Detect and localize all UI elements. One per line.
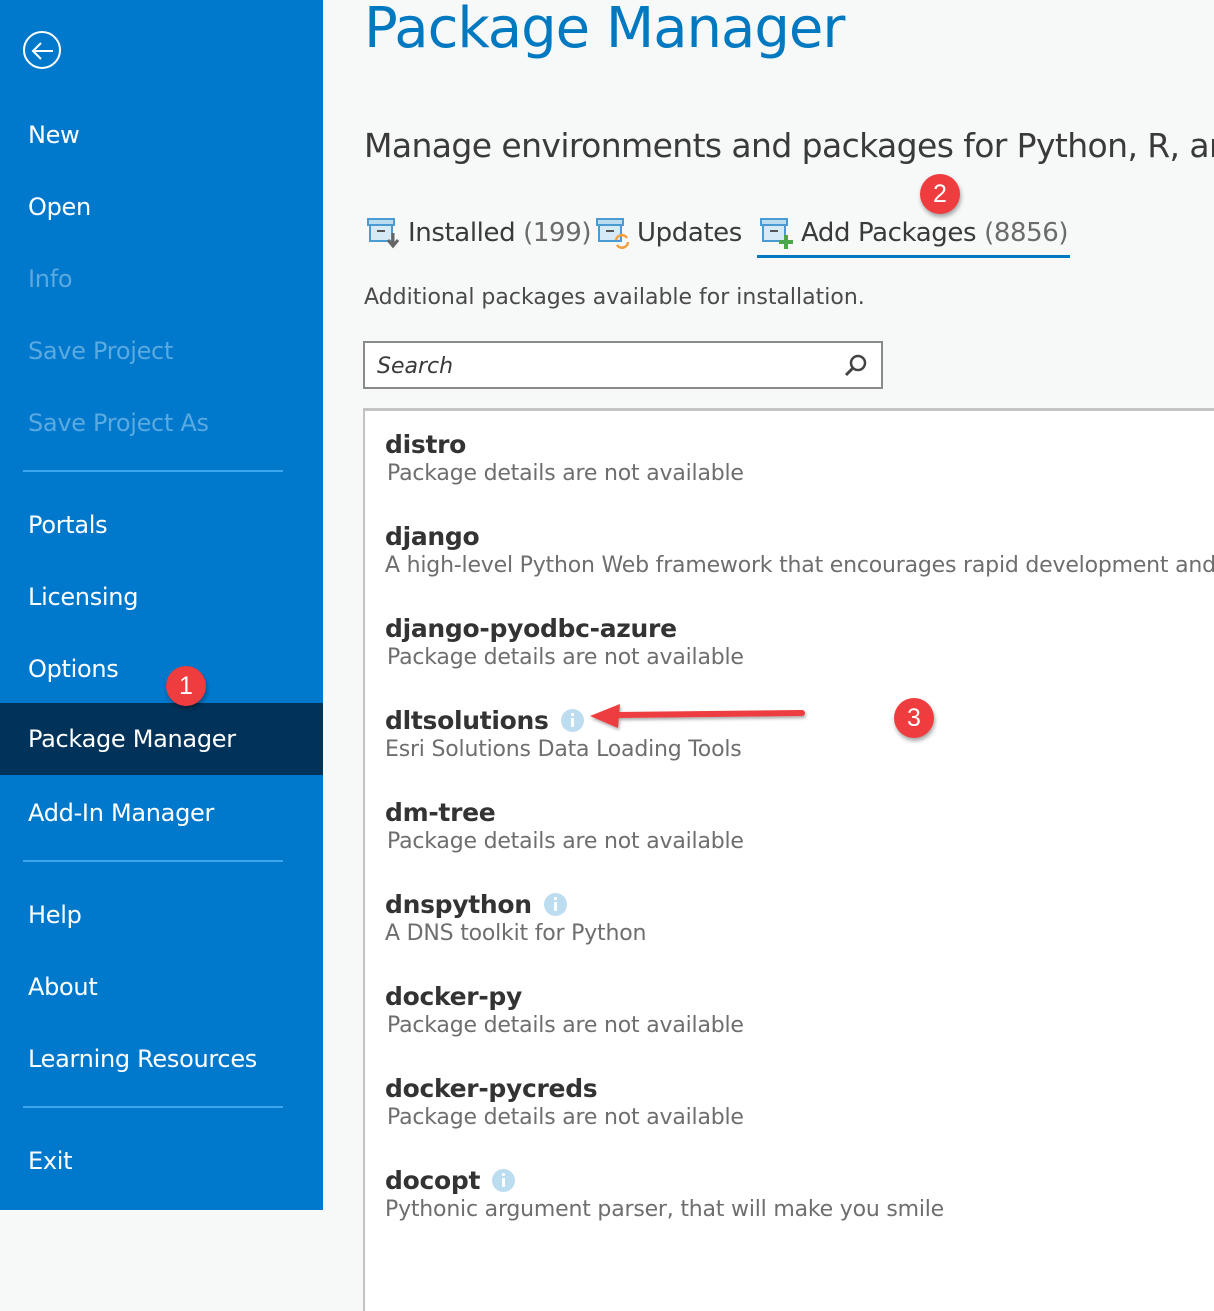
package-name: docopt xyxy=(385,1165,481,1195)
package-description: A DNS toolkit for Python xyxy=(385,921,647,946)
info-icon[interactable] xyxy=(543,892,567,916)
nav-learning-resources[interactable]: Learning Resources xyxy=(0,1023,323,1095)
package-item[interactable]: distro Package details are not available xyxy=(385,427,744,487)
search-input[interactable] xyxy=(375,349,829,383)
add-package-icon xyxy=(759,215,795,251)
tab-description: Additional packages available for instal… xyxy=(364,285,865,310)
info-icon[interactable] xyxy=(492,1168,516,1192)
package-item[interactable]: docker-py Package details are not availa… xyxy=(385,979,744,1039)
package-description: Esri Solutions Data Loading Tools xyxy=(385,737,742,762)
main-content: Package Manager Manage environments and … xyxy=(323,0,1214,1311)
installed-package-icon xyxy=(366,215,402,251)
nav-add-in-manager[interactable]: Add-In Manager xyxy=(0,777,323,849)
sidebar: New Open Info Save Project Save Project … xyxy=(0,0,323,1210)
nav-options[interactable]: Options xyxy=(0,633,323,705)
nav-about[interactable]: About xyxy=(0,951,323,1023)
tab-updates-label: Updates xyxy=(637,218,742,248)
tab-updates[interactable]: Updates xyxy=(595,210,742,256)
package-name: dltsolutions xyxy=(385,705,549,735)
tab-add-packages-label: Add Packages xyxy=(801,218,977,248)
nav-new[interactable]: New xyxy=(0,99,323,171)
nav-exit[interactable]: Exit xyxy=(0,1125,323,1197)
package-item[interactable]: dnspython A DNS toolkit for Python xyxy=(385,887,647,947)
package-name: docker-pycreds xyxy=(385,1073,598,1103)
nav-help[interactable]: Help xyxy=(0,879,323,951)
package-description: Package details are not available xyxy=(387,461,744,486)
tab-add-packages-count: (8856) xyxy=(984,218,1069,248)
package-item[interactable]: docopt Pythonic argument parser, that wi… xyxy=(385,1163,944,1223)
package-name: dnspython xyxy=(385,889,532,919)
search-box xyxy=(363,341,883,389)
nav-save-project-as: Save Project As xyxy=(28,409,209,437)
package-name: django xyxy=(385,521,480,551)
package-name: distro xyxy=(385,429,467,459)
tab-installed-label: Installed xyxy=(408,218,516,248)
back-button[interactable] xyxy=(23,31,61,69)
sidebar-divider xyxy=(23,1106,283,1108)
nav-open[interactable]: Open xyxy=(0,171,323,243)
package-description: Package details are not available xyxy=(387,645,744,670)
back-arrow-icon xyxy=(31,42,53,60)
sidebar-divider xyxy=(23,470,283,472)
search-icon[interactable] xyxy=(843,353,869,383)
sidebar-divider xyxy=(23,860,283,862)
updates-package-icon xyxy=(595,215,631,251)
nav-package-manager[interactable]: Package Manager xyxy=(0,703,323,775)
package-description: Package details are not available xyxy=(387,829,744,854)
nav-info: Info xyxy=(28,265,73,293)
package-name: django-pyodbc-azure xyxy=(385,613,677,643)
info-icon[interactable] xyxy=(560,708,584,732)
package-item[interactable]: docker-pycreds Package details are not a… xyxy=(385,1071,744,1131)
tab-installed-count: (199) xyxy=(523,218,592,248)
annotation-badge-2: 2 xyxy=(920,174,960,214)
nav-portals[interactable]: Portals xyxy=(0,489,323,561)
package-item[interactable]: django-pyodbc-azure Package details are … xyxy=(385,611,744,671)
page-subtitle: Manage environments and packages for Pyt… xyxy=(364,126,1214,165)
package-name: dm-tree xyxy=(385,797,496,827)
page-title: Package Manager xyxy=(364,0,845,61)
tab-installed[interactable]: Installed (199) xyxy=(366,210,591,256)
package-description: Package details are not available xyxy=(387,1013,744,1038)
package-description: Package details are not available xyxy=(387,1105,744,1130)
package-name: docker-py xyxy=(385,981,522,1011)
package-list: distro Package details are not available… xyxy=(363,408,1214,1311)
annotation-arrow-icon xyxy=(590,704,805,728)
package-description: A high-level Python Web framework that e… xyxy=(385,553,1214,578)
package-item[interactable]: dm-tree Package details are not availabl… xyxy=(385,795,744,855)
annotation-badge-3: 3 xyxy=(894,698,934,738)
package-item[interactable]: django A high-level Python Web framework… xyxy=(385,519,1214,579)
tab-add-packages[interactable]: Add Packages (8856) xyxy=(756,210,1071,258)
annotation-badge-1: 1 xyxy=(166,666,206,706)
nav-licensing[interactable]: Licensing xyxy=(0,561,323,633)
nav-save-project: Save Project xyxy=(28,337,174,365)
